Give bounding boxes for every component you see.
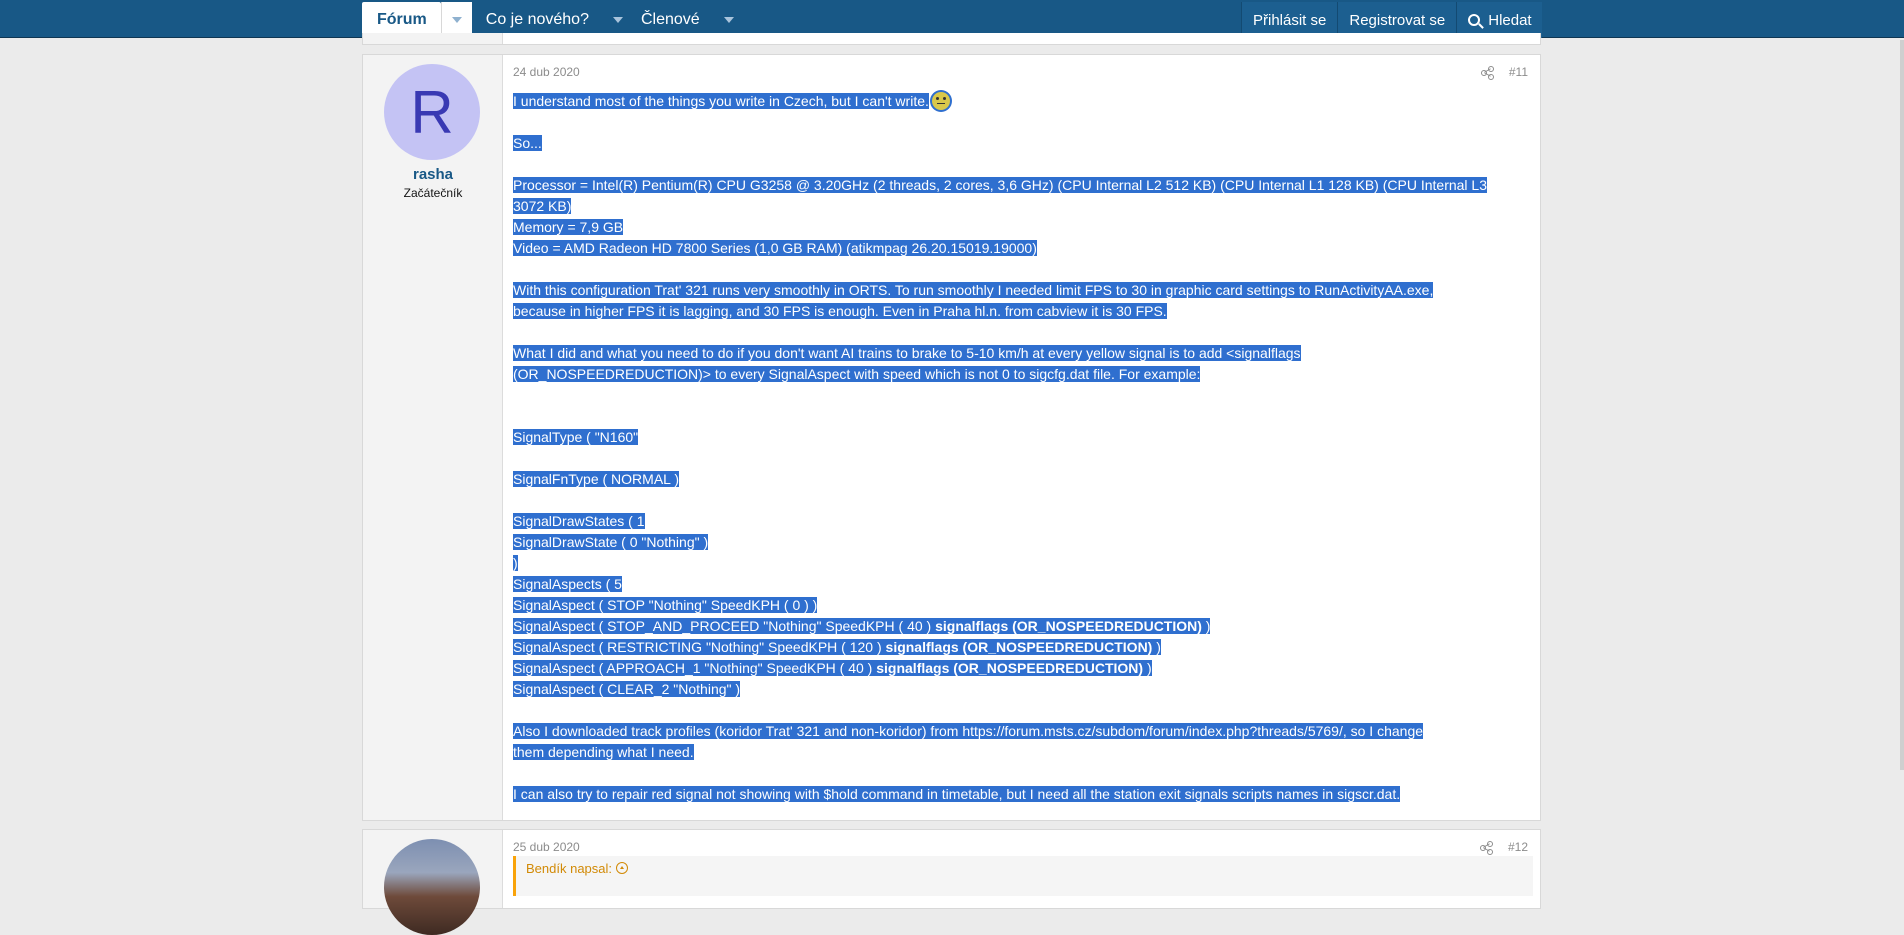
post-text-line: 3072 KB)	[513, 198, 572, 214]
scrollbar[interactable]	[1900, 40, 1904, 770]
chevron-down-icon	[723, 17, 734, 23]
post-12: 25 dub 2020 #12 Bendík napsal:	[362, 829, 1541, 935]
post-text-line: SignalAspect ( CLEAR_2 "Nothing" )	[513, 681, 741, 697]
unamused-emoji-icon	[931, 92, 950, 110]
post-text-line: What I did and what you need to do if yo…	[513, 345, 1301, 361]
share-icon[interactable]	[1479, 841, 1493, 855]
post-text-line: With this configuration Trat' 321 runs v…	[513, 282, 1434, 298]
post-text-line: SignalDrawState ( 0 "Nothing" )	[513, 534, 709, 550]
post-text-line: SignalAspect ( RESTRICTING "Nothing" Spe…	[513, 639, 886, 655]
post-date[interactable]: 24 dub 2020	[513, 65, 580, 79]
post-text-line: Memory = 7,9 GB	[513, 219, 624, 235]
arrow-up-circle-icon[interactable]	[616, 862, 629, 874]
closing-paren: )	[1143, 660, 1152, 676]
avatar[interactable]	[384, 839, 480, 935]
post-text-line: SignalType ( "N160"	[513, 429, 639, 445]
post-text-line: So...	[513, 135, 542, 151]
quote-author[interactable]: Bendík napsal:	[526, 861, 612, 876]
post-text-line: SignalAspect ( APPROACH_1 "Nothing" Spee…	[513, 660, 877, 676]
previous-post-edge	[362, 33, 1541, 45]
post-text-line: Video = AMD Radeon HD 7800 Series (1,0 G…	[513, 240, 1037, 256]
post-11: R rasha Začátečník 24 dub 2020 #11 I und…	[362, 54, 1541, 821]
post-number[interactable]: #11	[1509, 65, 1528, 79]
closing-paren: )	[1201, 618, 1211, 634]
post-number[interactable]: #12	[1508, 840, 1528, 854]
post-text-line: SignalFnType ( NORMAL )	[513, 471, 679, 487]
post-text-line: because in higher FPS it is lagging, and…	[513, 303, 1167, 319]
post-user-sidebar: R rasha Začátečník	[363, 55, 503, 820]
post-text-line: SignalAspects ( 5	[513, 576, 622, 592]
quote-header[interactable]: Bendík napsal:	[526, 861, 629, 876]
post-text-line: them depending what I need.	[513, 744, 694, 760]
post-meta: 24 dub 2020 #11	[513, 65, 1528, 81]
post-meta: 25 dub 2020 #12	[513, 840, 1528, 856]
avatar[interactable]: R	[384, 64, 480, 160]
post-text-line: Also I downloaded track profiles (korido…	[513, 723, 1424, 739]
search-label: Hledat	[1488, 11, 1532, 29]
post-text-line: (OR_NOSPEEDREDUCTION)> to every SignalAs…	[513, 366, 1201, 382]
signal-flag-text: signalflags (OR_NOSPEEDREDUCTION)	[935, 618, 1202, 634]
post-user-sidebar	[363, 830, 503, 935]
post-text-line: Processor = Intel(R) Pentium(R) CPU G325…	[513, 177, 1487, 193]
share-icon[interactable]	[1480, 66, 1494, 80]
search-icon	[1468, 14, 1481, 26]
quote-block: Bendík napsal:	[513, 856, 1533, 896]
post-date[interactable]: 25 dub 2020	[513, 840, 580, 854]
post-text-line: SignalAspect ( STOP "Nothing" SpeedKPH (…	[513, 597, 818, 613]
chevron-down-icon	[612, 17, 623, 23]
username[interactable]: rasha	[363, 166, 503, 183]
post-body: I understand most of the things you writ…	[513, 91, 1533, 805]
user-title: Začátečník	[403, 186, 463, 200]
post-text-line: I understand most of the things you writ…	[513, 93, 929, 109]
signal-flag-text: signalflags (OR_NOSPEEDREDUCTION)	[885, 639, 1153, 655]
chevron-down-icon	[451, 17, 462, 23]
post-text-line: SignalAspect ( STOP_AND_PROCEED "Nothing…	[513, 618, 936, 634]
post-text-line: SignalDrawStates ( 1	[513, 513, 645, 529]
closing-paren: )	[1152, 639, 1161, 655]
signal-flag-text: signalflags (OR_NOSPEEDREDUCTION)	[876, 660, 1144, 676]
post-text-line: I can also try to repair red signal not …	[513, 786, 1401, 802]
post-text-line: )	[513, 555, 518, 571]
